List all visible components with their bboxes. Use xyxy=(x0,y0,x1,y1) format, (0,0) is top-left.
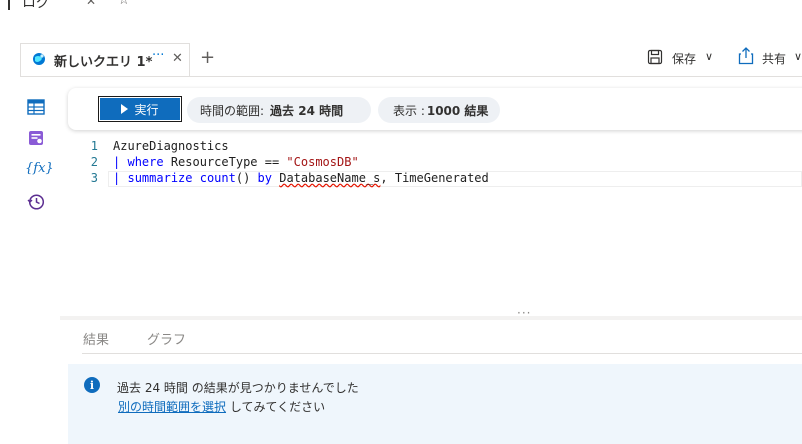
save-chevron-down-icon[interactable]: ∨ xyxy=(705,50,713,63)
time-range-value: 過去 24 時間 xyxy=(270,103,344,118)
functions-icon[interactable]: {fx} xyxy=(25,161,54,176)
tab-close-icon[interactable]: ✕ xyxy=(172,51,183,66)
tab-results[interactable]: 結果 xyxy=(83,329,109,348)
results-tab-divider xyxy=(82,353,802,354)
run-button[interactable]: 実行 xyxy=(98,96,182,122)
tab-chart[interactable]: グラフ xyxy=(147,329,186,348)
close-icon[interactable]: ✕ xyxy=(86,0,96,8)
queries-icon[interactable] xyxy=(27,129,45,147)
tab-label: 新しいクエリ 1* xyxy=(54,55,153,70)
no-results-hint: 別の時間範囲を選択 してみてください xyxy=(118,400,326,414)
line-number: 2 xyxy=(90,155,98,169)
tab-strip-divider xyxy=(20,76,802,77)
time-range-picker[interactable]: 時間の範囲: 過去 24 時間 xyxy=(187,97,371,123)
code-line-2: | where ResourceType == "CosmosDB" xyxy=(113,155,359,169)
result-limit-picker[interactable]: 表示 : 1000 結果 xyxy=(378,97,500,123)
time-range-label: 時間の範囲: xyxy=(200,103,265,118)
change-time-range-link[interactable]: 別の時間範囲を選択 xyxy=(118,400,226,414)
show-label: 表示 : xyxy=(393,103,425,118)
history-icon[interactable] xyxy=(27,193,45,211)
no-results-text: 過去 24 時間 の結果が見つかりませんでした xyxy=(117,381,359,395)
code-line-3: | summarize count() by DatabaseName_s, T… xyxy=(113,171,489,185)
add-tab-button[interactable]: + xyxy=(200,47,215,68)
play-icon xyxy=(121,104,129,114)
tables-icon[interactable] xyxy=(27,98,45,116)
share-chevron-down-icon[interactable]: ∨ xyxy=(794,50,802,63)
line-number: 3 xyxy=(90,171,98,185)
save-icon[interactable] xyxy=(647,49,663,65)
info-icon: i xyxy=(84,377,100,393)
tab-more-icon[interactable]: ··· xyxy=(152,48,164,63)
show-value: 1000 結果 xyxy=(426,103,489,118)
page-title: ログ xyxy=(22,0,50,11)
query-globe-icon xyxy=(33,53,45,65)
share-button[interactable]: 共有 xyxy=(762,50,786,67)
run-label: 実行 xyxy=(134,102,159,117)
save-button[interactable]: 保存 xyxy=(672,50,696,67)
line-number: 1 xyxy=(90,139,98,153)
share-icon[interactable] xyxy=(738,47,754,65)
code-line-1: AzureDiagnostics xyxy=(113,139,229,153)
favorite-star-icon[interactable]: ☆ xyxy=(118,0,130,8)
title-bar-marker xyxy=(8,0,10,10)
